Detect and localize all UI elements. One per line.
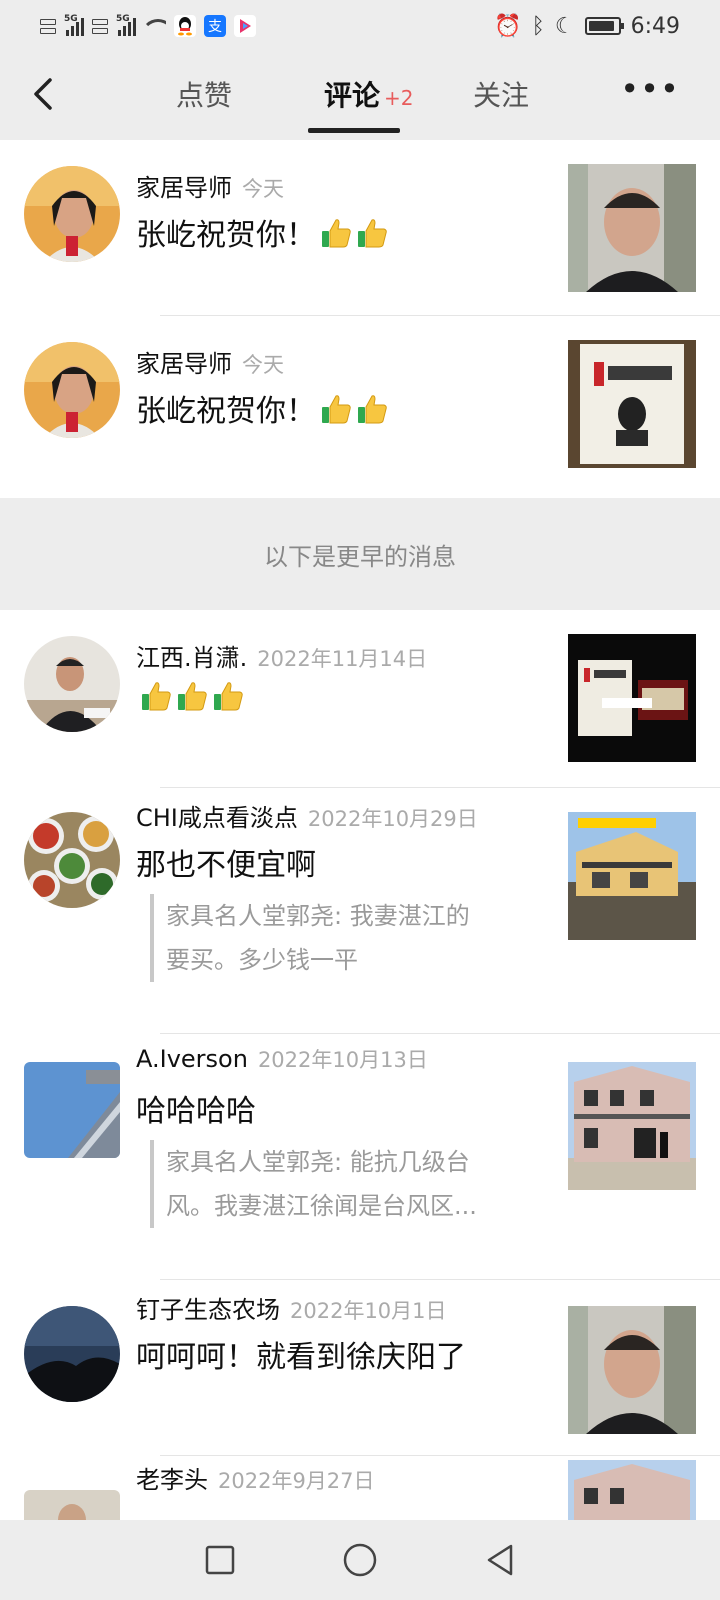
bluetooth-icon: ᛒ: [531, 13, 545, 39]
comment-text: [136, 680, 244, 716]
comment-text: 那也不便宜啊: [136, 848, 316, 883]
list-item[interactable]: CHI咸点看淡点 2022年10月29日 那也不便宜啊 家具名人堂郭尧: 我妻湛江…: [0, 788, 720, 1034]
system-nav-bar: [0, 1520, 720, 1600]
status-bar: 5G 5G 支 ⏰ ᛒ ☾ 6:49: [0, 0, 720, 52]
avatar[interactable]: [24, 166, 120, 262]
post-thumbnail[interactable]: [568, 340, 696, 468]
user-name[interactable]: A.Iverson: [136, 1045, 248, 1073]
battery-icon: [584, 17, 624, 35]
recent-apps-button[interactable]: [200, 1540, 240, 1580]
thumbs-up-icon: [320, 393, 352, 425]
post-thumbnail[interactable]: [568, 634, 696, 762]
post-thumbnail[interactable]: [568, 812, 696, 940]
avatar[interactable]: [24, 1306, 120, 1402]
moon-icon: ☾: [554, 13, 575, 39]
avatar[interactable]: [24, 342, 120, 438]
thumbs-up-icon-group: [316, 218, 388, 253]
list-item[interactable]: 钉子生态农场 2022年10月1日 呵呵呵！就看到徐庆阳了: [0, 1280, 720, 1456]
comment-date: 2022年10月13日: [257, 1048, 428, 1072]
earlier-messages-separator: 以下是更早的消息: [0, 498, 720, 610]
avatar[interactable]: [24, 636, 120, 732]
tab-follows[interactable]: 关注: [473, 74, 529, 114]
thumbs-up-icon-group: [316, 394, 388, 429]
tab-badge: +2: [384, 86, 414, 110]
square-icon: [205, 1545, 235, 1575]
avatar[interactable]: [24, 1062, 120, 1158]
thumbs-up-icon: [320, 217, 352, 249]
list-item[interactable]: 家居导师 今天 张屹祝贺你！: [0, 140, 720, 316]
avatar[interactable]: [24, 812, 120, 908]
back-button[interactable]: [24, 74, 64, 114]
comment-text: 哈哈哈哈: [136, 1094, 256, 1129]
quoted-comment: 家具名人堂郭尧: 我妻湛江的 要买。多少钱一平: [150, 894, 520, 982]
user-name[interactable]: 家居导师: [136, 174, 232, 202]
user-name[interactable]: CHI咸点看淡点: [136, 804, 298, 832]
list-item[interactable]: A.Iverson 2022年10月13日 哈哈哈哈 家具名人堂郭尧: 能抗几级台…: [0, 1034, 720, 1280]
sim-icon: [92, 18, 108, 34]
comment-date: 2022年10月29日: [307, 807, 478, 831]
sim-icon: [40, 18, 56, 34]
comment-date: 2022年9月27日: [218, 1469, 375, 1493]
top-nav: 点赞 评论 +2 关注 •••: [0, 52, 720, 140]
user-name[interactable]: 钉子生态农场: [136, 1296, 280, 1324]
active-tab-indicator: [308, 128, 400, 133]
back-nav-button[interactable]: [480, 1540, 520, 1580]
list-item[interactable]: 江西.肖潇. 2022年11月14日: [0, 610, 720, 788]
thumbs-up-icon: [176, 680, 208, 712]
signal-icon: 5G: [116, 14, 136, 36]
alipay-icon: 支: [204, 15, 226, 37]
qq-icon: [174, 15, 196, 37]
thumbs-up-icon: [356, 393, 388, 425]
list-item[interactable]: 家居导师 今天 张屹祝贺你！: [0, 316, 720, 498]
video-app-icon: [234, 15, 256, 37]
circle-icon: [343, 1543, 377, 1577]
thumbs-up-icon: [212, 680, 244, 712]
comment-date: 今天: [242, 353, 284, 377]
quoted-comment: 家具名人堂郭尧: 能抗几级台 风。我妻湛江徐闻是台风区...: [150, 1140, 520, 1228]
list-item[interactable]: 老李头 2022年9月27日: [0, 1456, 720, 1520]
alarm-icon: ⏰: [494, 13, 522, 39]
comment-text: 张屹祝贺你！: [136, 210, 388, 254]
user-name[interactable]: 家居导师: [136, 350, 232, 378]
signal-icon: 5G: [64, 14, 84, 36]
thumbs-up-icon-group: [136, 681, 244, 716]
user-name[interactable]: 江西.肖潇.: [136, 644, 247, 672]
comment-date: 2022年11月14日: [257, 647, 428, 671]
post-thumbnail[interactable]: [568, 1306, 696, 1434]
triangle-back-icon: [487, 1544, 513, 1576]
comment-date: 今天: [242, 177, 284, 201]
more-options-button[interactable]: •••: [620, 73, 680, 114]
comment-text: 呵呵呵！就看到徐庆阳了: [136, 1340, 466, 1375]
post-thumbnail[interactable]: [568, 1062, 696, 1190]
post-thumbnail[interactable]: [568, 1460, 696, 1520]
network-type: 5G: [116, 14, 130, 24]
comment-date: 2022年10月1日: [290, 1299, 447, 1323]
post-thumbnail[interactable]: [568, 164, 696, 292]
comment-text: 张屹祝贺你！: [136, 386, 388, 430]
tab-likes[interactable]: 点赞: [176, 74, 232, 114]
thumbs-up-icon: [356, 217, 388, 249]
network-type: 5G: [64, 14, 78, 24]
wifi-icon: [144, 17, 166, 35]
clock: 6:49: [630, 13, 680, 39]
avatar[interactable]: [24, 1490, 120, 1520]
thumbs-up-icon: [140, 680, 172, 712]
home-button[interactable]: [340, 1540, 380, 1580]
user-name[interactable]: 老李头: [136, 1466, 208, 1494]
tab-comments[interactable]: 评论 +2: [324, 74, 414, 114]
chevron-left-icon: [34, 78, 52, 110]
